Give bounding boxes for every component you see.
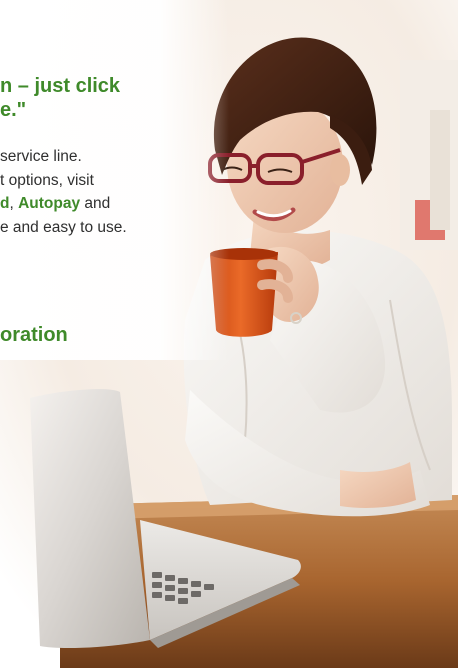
page: n – just click e." service line. t optio… — [0, 0, 458, 668]
body-line-3-tail: and — [80, 195, 111, 212]
headline-quote: n – just click e." — [0, 74, 200, 122]
autopay-link[interactable]: Autopay — [18, 195, 80, 212]
body-separator: , — [9, 195, 19, 212]
body-paragraph: service line. t options, visit d, Autopa… — [0, 145, 200, 239]
body-line-1: service line. — [0, 148, 82, 165]
body-line-4: e and easy to use. — [0, 218, 127, 236]
body-line-2: t options, visit — [0, 171, 94, 189]
body-line-3: d, Autopay and — [0, 192, 200, 216]
text-content: n – just click e." service line. t optio… — [0, 0, 200, 360]
headline-line-1: n – just click — [0, 75, 121, 97]
section-subheading: oration — [0, 324, 68, 346]
headline-line-2: e." — [0, 99, 27, 121]
